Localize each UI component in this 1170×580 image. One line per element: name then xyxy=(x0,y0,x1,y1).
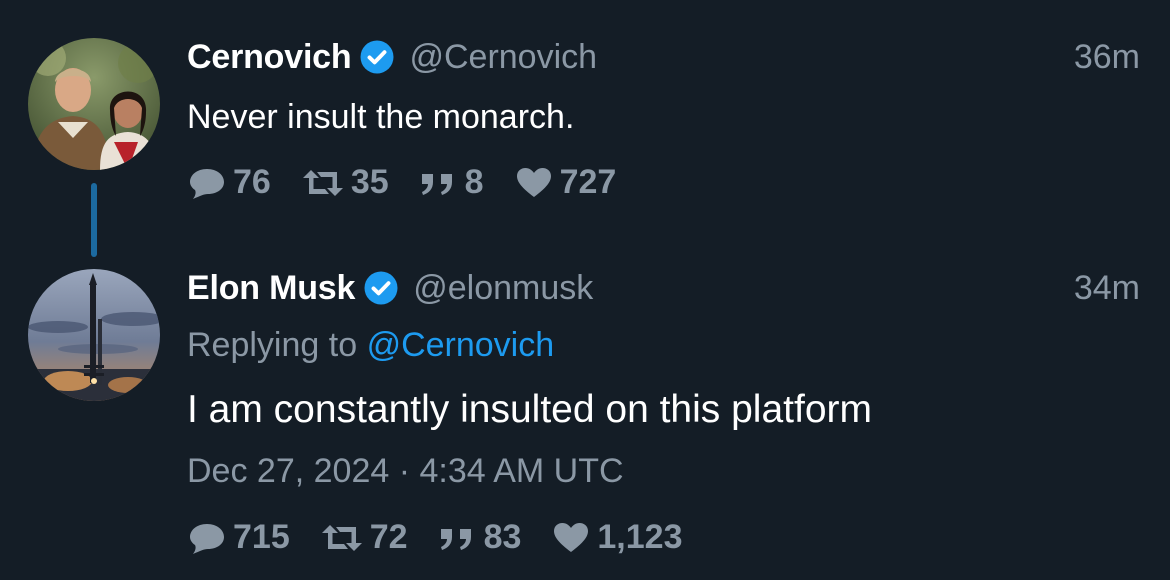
reply-button[interactable]: 76 xyxy=(187,163,271,202)
quote-button[interactable]: 8 xyxy=(419,163,484,202)
reply-button[interactable]: 715 xyxy=(187,518,290,557)
tweet-timestamp[interactable]: Dec 27, 2024 · 4:34 AM UTC xyxy=(187,452,624,491)
replying-to: Replying to @Cernovich xyxy=(187,326,554,365)
handle[interactable]: @Cernovich xyxy=(409,38,597,77)
display-name[interactable]: Cernovich xyxy=(187,38,352,77)
tweet-actions: 715 72 83 1,123 xyxy=(187,518,712,557)
profile-photo-couple-icon xyxy=(28,38,160,170)
heart-icon xyxy=(516,167,551,197)
heart-icon xyxy=(554,522,589,552)
retweet-icon xyxy=(302,169,343,196)
handle[interactable]: @elonmusk xyxy=(413,269,593,308)
reply-mention-link[interactable]: @Cernovich xyxy=(367,326,555,364)
quote-icon xyxy=(440,528,471,550)
replying-to-label: Replying to xyxy=(187,326,358,364)
quote-icon xyxy=(421,173,452,195)
quote-count: 83 xyxy=(483,518,522,556)
quote-count: 8 xyxy=(464,163,484,201)
retweet-icon xyxy=(321,524,362,551)
tweet-text: Never insult the monarch. xyxy=(187,98,575,136)
retweet-button[interactable]: 35 xyxy=(301,163,389,202)
retweet-button[interactable]: 72 xyxy=(320,518,408,557)
quote-button[interactable]: 83 xyxy=(438,518,522,557)
like-count: 727 xyxy=(559,163,617,201)
profile-photo-rocket-icon xyxy=(28,269,160,401)
display-name[interactable]: Elon Musk xyxy=(187,269,355,308)
thread-connector-line xyxy=(91,183,97,257)
reply-count: 76 xyxy=(233,163,271,201)
retweet-count: 72 xyxy=(369,518,408,556)
reply-count: 715 xyxy=(233,518,290,556)
reply-bubble-icon xyxy=(190,168,224,199)
like-button[interactable]: 1,123 xyxy=(551,518,682,557)
reply-bubble-icon xyxy=(190,523,224,554)
tweet-actions: 76 35 8 727 xyxy=(187,163,646,202)
tweet-header: Cernovich @Cernovich 36m xyxy=(187,32,1140,82)
avatar[interactable] xyxy=(28,38,160,170)
like-count: 1,123 xyxy=(597,518,683,556)
relative-time[interactable]: 36m xyxy=(1074,38,1140,77)
tweet-elonmusk[interactable]: Elon Musk @elonmusk 34m Replying to @Cer… xyxy=(0,255,1170,580)
relative-time[interactable]: 34m xyxy=(1074,269,1140,308)
verified-badge-icon xyxy=(360,40,394,74)
retweet-count: 35 xyxy=(350,163,389,201)
tweet-text: I am constantly insulted on this platfor… xyxy=(187,388,872,431)
avatar[interactable] xyxy=(28,269,160,401)
like-button[interactable]: 727 xyxy=(514,163,617,202)
verified-badge-icon xyxy=(364,271,398,305)
tweet-cernovich[interactable]: Cernovich @Cernovich 36m Never insult th… xyxy=(0,0,1170,250)
tweet-header: Elon Musk @elonmusk 34m xyxy=(187,263,1140,313)
tweet-thread: Cernovich @Cernovich 36m Never insult th… xyxy=(0,0,1170,580)
